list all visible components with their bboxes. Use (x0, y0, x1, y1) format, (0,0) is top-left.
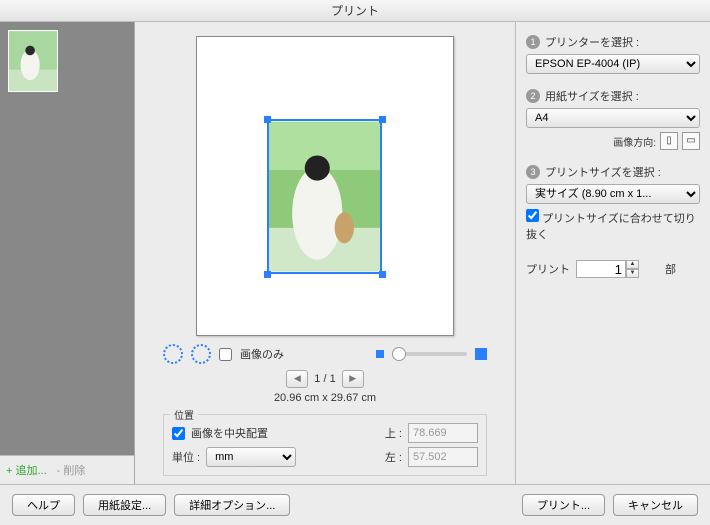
papersize-label: 用紙サイズを選択 : (545, 88, 639, 104)
step-2-icon: 2 (526, 89, 540, 103)
resize-handle[interactable] (264, 271, 271, 278)
paper-preview (196, 36, 454, 336)
page-indicator: 1 / 1 (314, 373, 335, 385)
rotate-cw-icon[interactable] (191, 344, 211, 364)
left-input (408, 447, 478, 467)
add-button[interactable]: + 追加... (6, 462, 47, 478)
top-input (408, 423, 478, 443)
preview-image[interactable] (267, 119, 382, 274)
window-title: プリント (0, 0, 710, 22)
printsize-label: プリントサイズを選択 : (545, 164, 661, 180)
landscape-button[interactable]: ▭ (682, 132, 700, 150)
zoom-out-icon[interactable] (376, 350, 384, 358)
next-page-button[interactable]: ▶ (342, 370, 364, 388)
cancel-button[interactable]: キャンセル (613, 494, 698, 516)
resize-handle[interactable] (264, 116, 271, 123)
resize-handle[interactable] (379, 116, 386, 123)
printsize-select[interactable]: 実サイズ (8.90 cm x 1... (526, 184, 700, 204)
center-checkbox[interactable] (172, 427, 185, 440)
zoom-in-icon[interactable] (475, 348, 487, 360)
delete-button: - 削除 (57, 462, 86, 478)
paper-dimensions: 20.96 cm x 29.67 cm (163, 392, 487, 404)
zoom-slider[interactable] (392, 352, 468, 356)
printer-label: プリンターを選択 : (545, 34, 639, 50)
image-only-checkbox[interactable] (219, 348, 232, 361)
step-3-icon: 3 (526, 165, 540, 179)
unit-select[interactable]: mm (206, 447, 296, 467)
resize-handle[interactable] (379, 271, 386, 278)
preview-area: 画像のみ ◀ 1 / 1 ▶ 20.96 cm x 29.67 cm 位置 画像… (135, 22, 515, 484)
top-label: 上 : (372, 425, 402, 441)
copies-down[interactable]: ▼ (626, 269, 639, 278)
settings-panel: 1 プリンターを選択 : EPSON EP-4004 (IP) 2 用紙サイズを選択… (515, 22, 710, 484)
rotate-ccw-icon[interactable] (163, 344, 183, 364)
thumbnail[interactable] (8, 30, 58, 92)
left-label: 左 : (372, 449, 402, 465)
copies-label: プリント (526, 261, 570, 277)
prev-page-button[interactable]: ◀ (286, 370, 308, 388)
printer-select[interactable]: EPSON EP-4004 (IP) (526, 54, 700, 74)
image-only-label: 画像のみ (240, 346, 284, 362)
copies-unit: 部 (665, 261, 676, 277)
crop-checkbox[interactable] (526, 209, 539, 222)
footer: ヘルプ 用紙設定... 詳細オプション... プリント... キャンセル (0, 484, 710, 525)
options-button[interactable]: 詳細オプション... (174, 494, 290, 516)
print-button[interactable]: プリント... (522, 494, 605, 516)
portrait-button[interactable]: ▯ (660, 132, 678, 150)
step-1-icon: 1 (526, 35, 540, 49)
help-button[interactable]: ヘルプ (12, 494, 75, 516)
unit-label: 単位 : (172, 449, 200, 465)
sidebar: + 追加... - 削除 (0, 22, 135, 484)
position-group: 位置 画像を中央配置 上 : 単位 : mm 左 : (163, 414, 487, 476)
center-label: 画像を中央配置 (191, 425, 281, 441)
copies-up[interactable]: ▲ (626, 260, 639, 269)
page-setup-button[interactable]: 用紙設定... (83, 494, 166, 516)
orientation-label: 画像方向: (613, 134, 656, 149)
position-legend: 位置 (170, 407, 198, 422)
crop-label: プリントサイズに合わせて切り抜く (526, 213, 696, 241)
papersize-select[interactable]: A4 (526, 108, 700, 128)
copies-input[interactable] (576, 260, 626, 278)
